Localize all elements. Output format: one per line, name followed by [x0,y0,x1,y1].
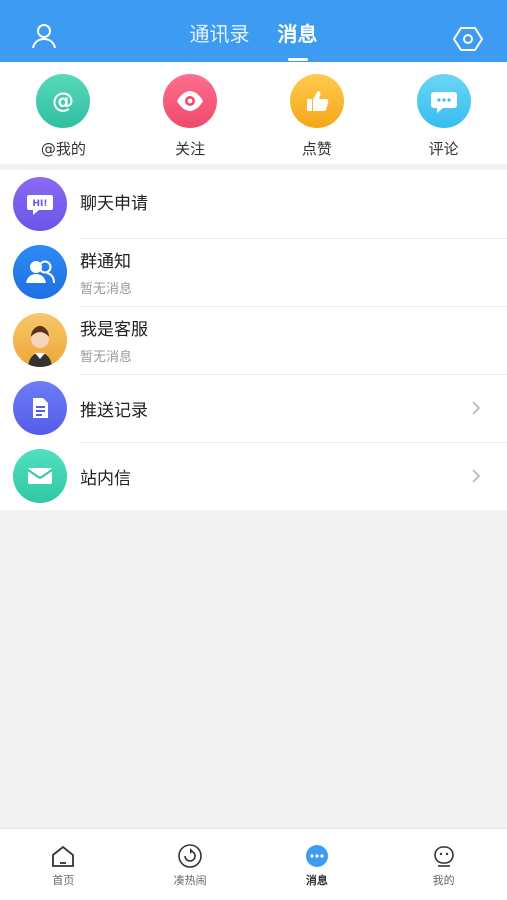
document-icon [13,381,67,435]
list-item-chat-request[interactable]: HI! 聊天申请 [0,170,507,238]
profile-face-icon [430,842,458,870]
list-item-title: 推送记录 [80,400,148,421]
list-item-subtitle: 暂无消息 [80,282,133,297]
message-dots-icon [303,842,331,870]
nav-profile[interactable]: 我的 [389,842,499,888]
svg-text:HI!: HI! [33,199,48,209]
top-bar: 通讯录 消息 [0,0,507,62]
chevron-right-icon [463,395,489,421]
list-item-title: 我是客服 [80,320,148,340]
bottom-navigation: 首页 凑热闹 消息 我的 [0,828,507,900]
header-tabs: 通讯录 消息 [0,0,507,62]
chevron-right-icon [463,463,489,489]
nav-label: 消息 [305,873,328,887]
nav-explore[interactable]: 凑热闹 [135,842,245,888]
nav-messages[interactable]: 消息 [262,842,372,888]
list-item-subtitle: 暂无消息 [80,350,133,365]
quick-action-likes[interactable]: 点赞 [257,62,377,164]
settings-hex-icon[interactable] [452,24,484,54]
list-item-push-records[interactable]: 推送记录 [0,374,507,442]
customer-service-avatar [13,313,67,367]
list-item-title: 站内信 [80,468,131,489]
group-users-icon [13,245,67,299]
quick-action-comments[interactable]: 评论 [384,62,504,164]
eye-icon [163,74,218,128]
list-item-title: 群通知 [80,252,131,272]
thumbs-up-icon [289,74,344,128]
refresh-circle-icon [176,842,204,870]
list-item-group-notice[interactable]: 群通知 暂无消息 [0,238,507,306]
list-item-title: 聊天申请 [80,193,148,214]
quick-actions: @ @我的 关注 点赞 评论 [0,62,507,164]
quick-action-label: @我的 [40,140,86,158]
mail-icon [13,449,67,503]
tab-contacts[interactable]: 通讯录 [190,16,250,47]
quick-action-label: 关注 [175,140,206,158]
quick-action-label: 评论 [428,140,459,158]
quick-action-label: 点赞 [301,140,332,158]
nav-label: 我的 [432,873,455,887]
at-icon: @ [36,74,91,128]
list-item-customer-service[interactable]: 我是客服 暂无消息 [0,306,507,374]
quick-action-follow[interactable]: 关注 [130,62,250,164]
nav-home[interactable]: 首页 [8,842,118,888]
home-icon [49,842,77,870]
quick-action-mentions[interactable]: @ @我的 [3,62,123,164]
message-list: HI! 聊天申请 群通知 暂无消息 我是客服 暂无消息 推送记录 站内信 [0,170,507,510]
nav-label: 首页 [52,873,75,887]
comment-icon [416,74,471,128]
hi-chat-bubble-icon: HI! [13,177,67,231]
tab-messages[interactable]: 消息 [278,16,318,47]
list-item-inbox-mail[interactable]: 站内信 [0,442,507,510]
svg-text:@: @ [52,89,74,114]
nav-label: 凑热闹 [173,873,207,887]
